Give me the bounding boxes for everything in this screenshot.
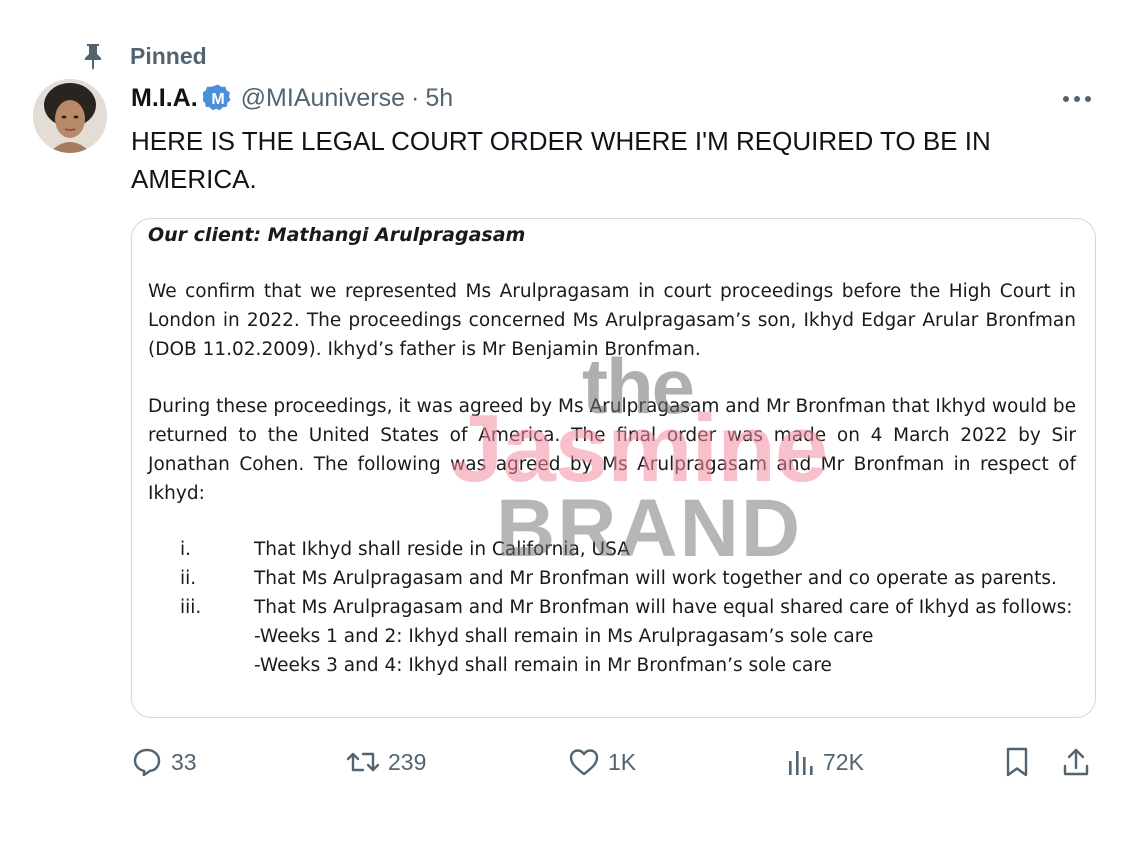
bookmark-icon: [1006, 747, 1028, 777]
display-name[interactable]: M.I.A.: [131, 84, 198, 113]
views-icon: [789, 751, 813, 775]
repost-icon: [346, 752, 380, 772]
reply-button[interactable]: 33: [131, 740, 197, 784]
tweet-header: M.I.A. M @MIAuniverse · 5h: [131, 80, 453, 116]
reply-icon: [133, 748, 161, 777]
attached-image[interactable]: Our client: Mathangi Arulpragasam We con…: [131, 218, 1096, 718]
pinned-indicator: Pinned: [78, 40, 207, 72]
share-button[interactable]: [1061, 740, 1099, 784]
document-paragraph-1: We confirm that we represented Ms Arulpr…: [148, 281, 1076, 360]
view-count: 72K: [823, 748, 864, 775]
bookmark-button[interactable]: [1003, 740, 1039, 784]
more-icon: [1063, 96, 1091, 102]
share-icon: [1063, 748, 1089, 776]
list-item-text: That Ms Arulpragasam and Mr Bronfman wil…: [254, 597, 1073, 618]
action-bar: 33 239 1K 72K: [131, 740, 1096, 784]
more-options-button[interactable]: [1054, 82, 1100, 116]
list-item-text: That Ikhyd shall reside in California, U…: [254, 539, 630, 560]
repost-count: 239: [388, 748, 427, 775]
list-item: iii. That Ms Arulpragasam and Mr Bronfma…: [148, 593, 1076, 622]
views-button[interactable]: 72K: [787, 740, 864, 784]
pinned-tweet[interactable]: Pinned M.I.A. M @MIAuniverse · 5h HERE I…: [0, 0, 1124, 856]
list-item-number: iii.: [180, 597, 202, 618]
svg-text:M: M: [211, 91, 224, 108]
pin-icon: [78, 41, 108, 71]
avatar[interactable]: [33, 79, 107, 153]
list-item-text: That Ms Arulpragasam and Mr Bronfman wil…: [254, 568, 1057, 589]
document-paragraph-2: During these proceedings, it was agreed …: [148, 396, 1076, 504]
verified-badge-icon[interactable]: M: [202, 83, 233, 113]
heart-icon: [569, 749, 599, 776]
list-item-number: i.: [180, 539, 192, 560]
list-item-number: ii.: [180, 568, 197, 589]
tweet-text: HERE IS THE LEGAL COURT ORDER WHERE I'M …: [131, 126, 991, 194]
separator-dot: ·: [411, 83, 420, 112]
handle[interactable]: @MIAuniverse: [241, 84, 405, 113]
like-button[interactable]: 1K: [568, 740, 636, 784]
sub-item: -Weeks 1 and 2: Ikhyd shall remain in Ms…: [254, 626, 874, 647]
list-item: ii. That Ms Arulpragasam and Mr Bronfman…: [148, 564, 1076, 593]
cut-off-line: -Weeks 3 and 4: Ikhyd shall remain in Mr…: [254, 655, 832, 676]
document-list: i. That Ikhyd shall reside in California…: [148, 535, 1076, 680]
timestamp[interactable]: 5h: [425, 84, 453, 113]
list-item: i. That Ikhyd shall reside in California…: [148, 535, 1076, 564]
repost-button[interactable]: 239: [346, 740, 426, 784]
document-title: Our client: Mathangi Arulpragasam: [148, 224, 526, 246]
pinned-label: Pinned: [130, 42, 207, 69]
reply-count: 33: [171, 748, 197, 775]
like-count: 1K: [608, 748, 637, 775]
